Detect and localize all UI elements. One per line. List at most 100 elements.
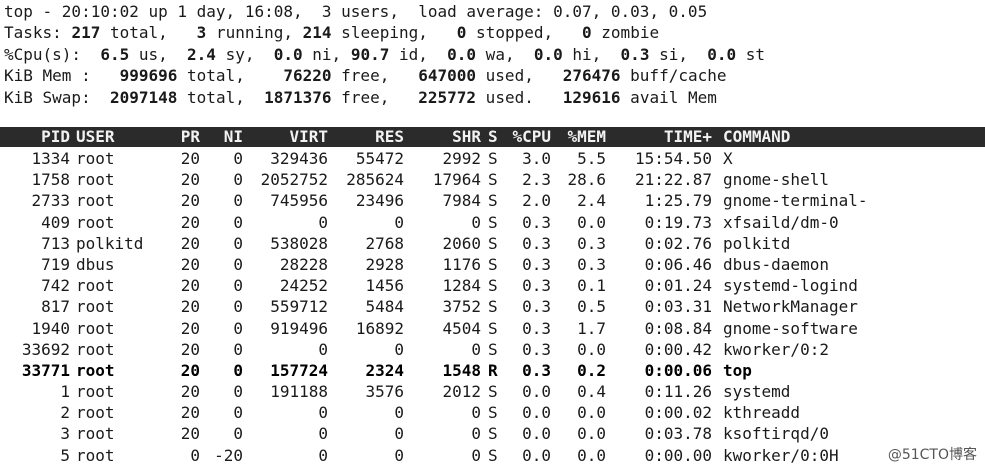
cell-cmd: gnome-software <box>723 318 858 338</box>
cell-pr: 20 <box>180 276 200 296</box>
col-time[interactable]: TIME+ <box>664 127 712 147</box>
col-cpu[interactable]: %CPU <box>512 127 551 147</box>
cell-ni: 0 <box>233 149 243 168</box>
cell-virt: 24252 <box>279 276 328 296</box>
cell-time: 0:00.02 <box>644 403 712 423</box>
table-row[interactable]: 719 dbus 20 0 28228 2928 1176 S 0.3 0.3 0:06.46 dbu… <box>0 254 985 275</box>
cell-ni: 0 <box>233 233 243 253</box>
table-row[interactable]: 33771 root 20 0 157724 2324 1548 R 0.3 0.2 0:00.06… <box>0 360 985 381</box>
table-row[interactable]: 409 root 20 0 0 0 0 S 0.3 0.0 0:19.73 xfsaild/dm-0 <box>0 212 985 233</box>
cell-mem: 2.4 <box>577 191 606 211</box>
cell-pr: 20 <box>180 424 200 444</box>
col-pid[interactable]: PID <box>41 127 70 147</box>
cell-s: S <box>488 233 498 253</box>
cell-pid: 1758 <box>31 170 70 190</box>
cell-virt: 28228 <box>279 254 328 274</box>
col-res[interactable]: RES <box>375 127 404 147</box>
cell-user: root <box>76 170 115 190</box>
col-pr[interactable]: PR <box>181 127 200 147</box>
cell-ni: 0 <box>233 191 243 211</box>
col-mem[interactable]: %MEM <box>567 127 606 147</box>
watermark: @51CTO博客 <box>887 447 977 463</box>
col-s[interactable]: S <box>488 127 498 147</box>
col-user[interactable]: USER <box>76 127 115 147</box>
cell-pr: 20 <box>180 170 200 190</box>
table-row[interactable]: 3 root 20 0 0 0 0 S 0.0 0.0 0:03.78 ksoftirqd/0 <box>0 423 985 444</box>
cell-pid: 2733 <box>31 191 70 211</box>
cell-pid: 719 <box>41 254 70 274</box>
cell-cpu: 0.3 <box>522 297 551 317</box>
cell-cpu: 0.3 <box>522 254 551 274</box>
cell-ni: 0 <box>233 382 243 402</box>
cell-time: 0:06.46 <box>644 254 712 274</box>
cell-mem: 0.3 <box>577 254 606 274</box>
cell-pr: 20 <box>180 297 200 317</box>
col-shr[interactable]: SHR <box>452 127 481 147</box>
cell-s: R <box>488 360 498 380</box>
cell-res: 0 <box>394 424 404 444</box>
cell-time: 0:19.73 <box>644 212 712 232</box>
table-row[interactable]: 2733 root 20 0 745956 23496 7984 S 2.0 2.4 1:25.79… <box>0 190 985 211</box>
cell-user: root <box>76 297 115 317</box>
cell-s: S <box>488 297 498 317</box>
cell-cmd: systemd <box>723 382 791 402</box>
cell-shr: 3752 <box>442 297 481 317</box>
cell-virt: 157724 <box>270 360 328 380</box>
cell-shr: 17964 <box>432 170 481 190</box>
cell-mem: 0.1 <box>577 276 606 296</box>
cell-user: root <box>76 403 115 423</box>
cell-cmd: top <box>723 360 752 380</box>
cell-cpu: 0.3 <box>522 233 551 253</box>
cell-shr: 4504 <box>442 318 481 338</box>
cell-cmd: systemd-logind <box>723 276 858 296</box>
cell-res: 16892 <box>355 318 404 338</box>
cell-time: 0:03.31 <box>644 297 712 317</box>
table-row[interactable]: 817 root 20 0 559712 5484 3752 S 0.3 0.5 0:03.31 Ne… <box>0 296 985 317</box>
cell-pid: 1334 <box>31 149 70 168</box>
cell-mem: 0.4 <box>577 382 606 402</box>
cell-virt: 0 <box>318 403 328 423</box>
cell-s: S <box>488 318 498 338</box>
table-row[interactable]: 1758 root 20 0 2052752 285624 17964 S 2.3 28.6 21:… <box>0 169 985 190</box>
col-ni[interactable]: NI <box>224 127 243 147</box>
cell-pid: 33771 <box>21 360 70 380</box>
cell-cpu: 3.0 <box>522 149 551 168</box>
cell-cpu: 2.3 <box>522 170 551 190</box>
cell-cpu: 0.0 <box>522 424 551 444</box>
cell-s: S <box>488 382 498 402</box>
cell-pid: 713 <box>41 233 70 253</box>
cell-virt: 0 <box>318 212 328 232</box>
cell-user: root <box>76 191 115 211</box>
cell-pid: 2 <box>60 403 70 423</box>
cell-shr: 1548 <box>442 360 481 380</box>
swap-line: KiB Swap: 2097148 total, 1871376 free, 2… <box>4 87 717 107</box>
cell-shr: 0 <box>471 339 481 359</box>
table-row[interactable]: 1940 root 20 0 919496 16892 4504 S 0.3 1.7 0:08.84… <box>0 318 985 339</box>
cell-ni: 0 <box>233 360 243 380</box>
cell-pid: 409 <box>41 212 70 232</box>
table-row[interactable]: 33692 root 20 0 0 0 0 S 0.3 0.0 0:00.42 kworker/0:2 <box>0 339 985 360</box>
cpu-line: %Cpu(s): 6.5 us, 2.4 sy, 0.0 ni, 90.7 id… <box>4 44 766 64</box>
table-row[interactable]: 5 root 0 -20 0 0 0 S 0.0 0.0 0:00.00 kworker/0:0H <box>0 445 985 466</box>
cell-mem: 0.2 <box>577 360 606 380</box>
col-command[interactable]: COMMAND <box>723 127 790 147</box>
cell-time: 0:01.24 <box>644 276 712 296</box>
cell-time: 21:22.87 <box>634 170 712 190</box>
cell-time: 0:00.06 <box>644 360 712 380</box>
table-row[interactable]: 2 root 20 0 0 0 0 S 0.0 0.0 0:00.02 kthreadd <box>0 402 985 423</box>
cell-user: dbus <box>76 254 115 274</box>
col-virt[interactable]: VIRT <box>289 127 328 147</box>
cell-pid: 817 <box>41 297 70 317</box>
cell-shr: 2012 <box>442 382 481 402</box>
table-row[interactable]: 742 root 20 0 24252 1456 1284 S 0.3 0.1 0:01.24 sys… <box>0 275 985 296</box>
table-row[interactable]: 1 root 20 0 191188 3576 2012 S 0.0 0.4 0:11.26 syst… <box>0 381 985 402</box>
cell-cpu: 0.3 <box>522 360 551 380</box>
cell-res: 2768 <box>365 233 404 253</box>
table-row[interactable]: 713 polkitd 20 0 538028 2768 2060 S 0.3 0.3 0:02.7… <box>0 233 985 254</box>
cell-pr: 20 <box>180 212 200 232</box>
cell-cpu: 2.0 <box>522 191 551 211</box>
table-row[interactable]: 1334 root 20 0 329436 55472 2992 S 3.0 5.5 15:54.5… <box>0 148 985 169</box>
cell-res: 285624 <box>346 170 404 190</box>
cell-cpu: 0.3 <box>522 212 551 232</box>
cell-s: S <box>488 170 498 190</box>
